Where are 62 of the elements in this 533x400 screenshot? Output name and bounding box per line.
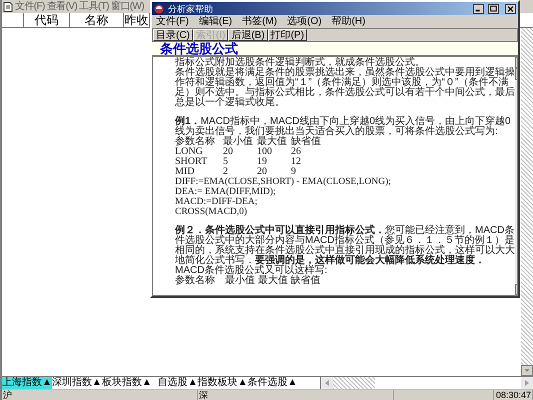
menu-item[interactable]: 工具(T) (79, 1, 109, 12)
sheet-tab[interactable]: 板块指数▲ (102, 377, 152, 389)
table-cell-text: 参数名称 (175, 137, 216, 147)
table-cell-text: 5 (223, 157, 229, 167)
table-cell-text: 缺省值 (291, 137, 322, 147)
status-text: 深 (198, 390, 394, 400)
table-cell-text: 9 (291, 167, 297, 177)
menu-item[interactable]: 帮助(H) (332, 16, 366, 27)
paragraph: MACD条件选股公式又可以这样写: (175, 266, 328, 276)
scrollbar[interactable] (521, 28, 533, 376)
menu-item[interactable]: 查看(V) (46, 1, 78, 12)
table-cell-text: SHORT (175, 157, 208, 167)
horizontal-scrollbar[interactable] (320, 377, 533, 389)
table-cell-text: 100 (257, 147, 273, 157)
table-cell-text: 最大值 (257, 137, 288, 147)
table-cell-text: LONG (175, 147, 204, 157)
menu-item[interactable]: 文件(F) (156, 16, 189, 27)
scroll-thumb[interactable] (333, 377, 375, 389)
menu-item[interactable]: 窗口(W) (110, 1, 144, 12)
toolbar-button[interactable]: 目录(C) (153, 29, 193, 41)
table-cell-text: 2 (223, 167, 229, 177)
sheet-tab[interactable]: 深圳指数▲ (52, 377, 102, 389)
table-cell-text: 19 (257, 157, 268, 167)
sheet-tab[interactable]: 条件选股▲ (248, 377, 298, 389)
column-header[interactable]: 代码 (24, 13, 70, 27)
table-cell-text: 20 (257, 167, 268, 177)
toolbar-button[interactable]: 打印(P) (268, 29, 308, 41)
menu-item[interactable]: 书签(M) (242, 16, 278, 27)
sheet-tab[interactable]: 自选股▲ (158, 377, 198, 389)
table-cell-text: 12 (291, 157, 302, 167)
maximize-button[interactable] (488, 4, 499, 14)
status-text: 沪 (2, 390, 198, 400)
table-cell-text: 最小值 (223, 137, 254, 147)
code-line: DEA:= EMA(DIFF,MID); (175, 187, 277, 197)
code-line: DIFF:=EMA(CLOSE,SHORT) - EMA(CLOSE,LONG); (175, 177, 392, 187)
menu-item[interactable]: 文件(F) (15, 1, 45, 12)
column-header[interactable]: 名称 (70, 13, 124, 27)
table-cell-text: MID (175, 167, 196, 177)
document-icon[interactable] (3, 2, 13, 12)
window-title: 分析家帮助 (168, 4, 214, 14)
paragraph: 条件选股就是将满足条件的股票挑选出来，虽然条件选股公式中要用到逻辑操作符和逻辑函数，返回值为“１”（条件满足）则选中该股，为“０”（条件不满足）则不选中。与指标公式相比，条件选股公式可以有若干个中间公式，最后总是以一个逻辑式收尾。 (175, 68, 515, 108)
table-cell-text: 26 (291, 147, 302, 157)
toolbar-button[interactable]: 后退(B) (228, 29, 268, 41)
code-line: CROSS(MACD,0) (175, 207, 248, 217)
close-button[interactable] (505, 4, 516, 14)
paragraph: 指标公式附加选股条件逻辑判断式，就成条件选股公式。 (175, 58, 425, 68)
menu-item[interactable]: 编辑(E) (198, 16, 232, 27)
table-cell-text: 20 (223, 147, 234, 157)
paragraph: 例1．MACD指标中，MACD线由下向上穿越0线为买入信号，由上向下穿越0线为卖出信号，我们要挑出当天适合买入的股票，可将条件选股公式写为: (175, 117, 512, 137)
sheet-tab[interactable]: 指数板块▲ (198, 377, 248, 389)
topic-heading: 条件选股公式 (152, 42, 518, 56)
paragraph: 例２．条件选股公式中可以直接引用指标公式．您可能已经注意到，MACD条件选股公式中的大部分内容与MACD指标公式（参见６．１．５节的例１）是相同的，系统支持在条件选股公式中直接引用现成的指标公式，这样可以大大地简化公式书写．要强调的是，这样做可能会大幅降低系统处理速度． (175, 226, 515, 266)
scroll-right-icon[interactable] (521, 377, 533, 389)
scroll-left-icon[interactable] (321, 377, 333, 389)
status-text: 08:30:47 (493, 390, 533, 400)
minimize-button[interactable] (473, 4, 484, 14)
paragraph: 参数名称 最小值 最大值 缺省值 (175, 276, 322, 286)
scroll-down-icon[interactable] (521, 365, 533, 376)
menu-item[interactable]: 选项(O) (287, 16, 322, 27)
sheet-tab[interactable]: 上海指数▲ (2, 377, 52, 389)
code-line: MACD:=DIFF-DEA; (175, 197, 258, 207)
app-icon (154, 4, 164, 14)
